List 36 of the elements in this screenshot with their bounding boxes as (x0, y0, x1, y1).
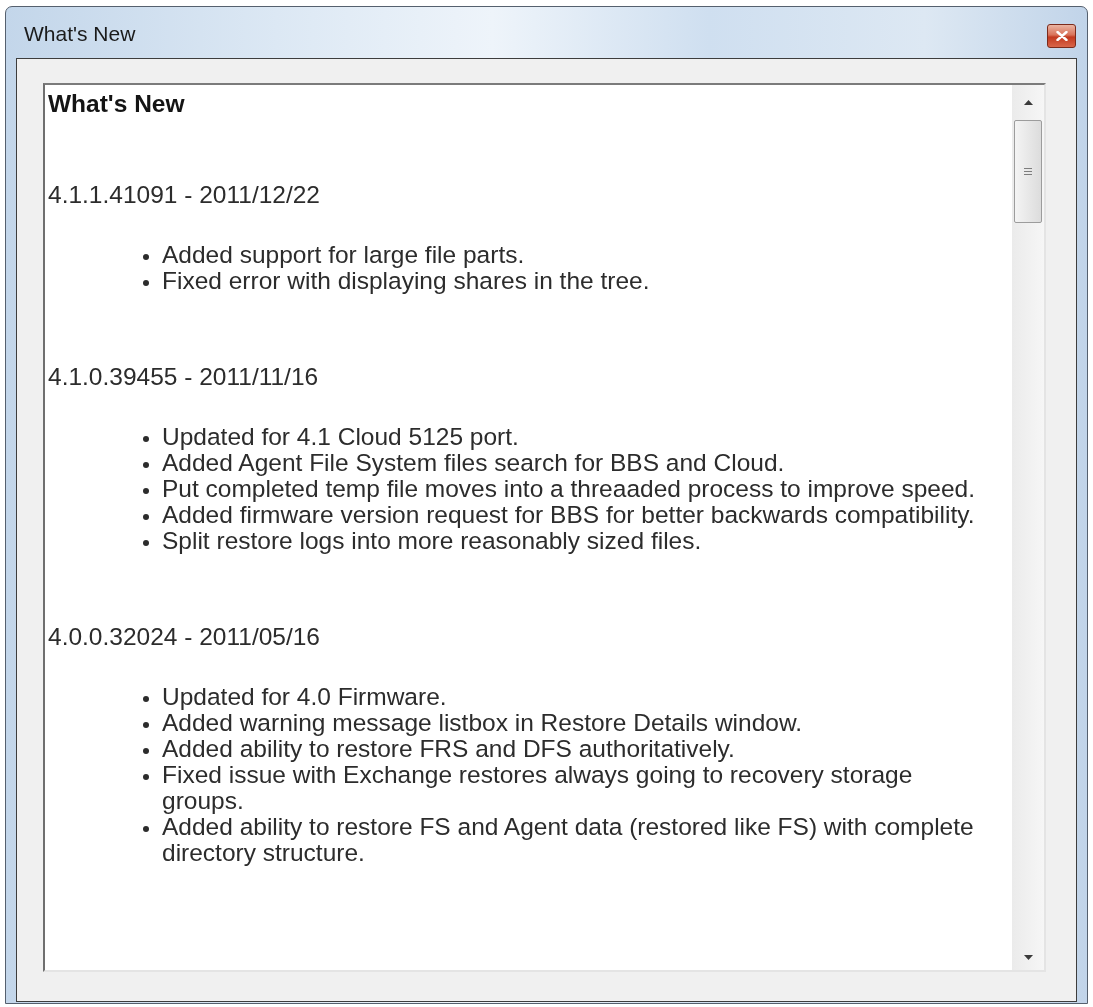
bullet-icon (143, 462, 149, 468)
release-heading: 4.0.0.32024 - 2011/05/16 (48, 624, 321, 650)
bullet-icon (143, 826, 149, 832)
up-arrow-icon[interactable] (1023, 100, 1033, 105)
release-note: Added ability to restore FS and Agent data (restored like FS) with complete directory structure. (162, 814, 975, 866)
bullet-icon (143, 540, 149, 546)
scrollbar[interactable] (1012, 85, 1044, 970)
release-heading: 4.1.0.39455 - 2011/11/16 (48, 364, 320, 390)
bullet-icon (143, 748, 149, 754)
bullet-icon (143, 436, 149, 442)
release-note: Fixed issue with Exchange restores always going to recovery storage groups. (162, 762, 914, 814)
bullet-icon (143, 514, 149, 520)
bullet-icon (143, 254, 149, 260)
bullet-icon (143, 696, 149, 702)
down-arrow-icon[interactable] (1023, 955, 1033, 960)
release-note: Added support for large file parts. (162, 242, 526, 268)
grip-icon (1024, 168, 1032, 175)
release-heading: 4.1.1.41091 - 2011/12/22 (48, 182, 321, 208)
close-icon (1055, 30, 1068, 41)
bullet-icon (143, 280, 149, 286)
release-note: Updated for 4.0 Firmware. (162, 684, 448, 710)
release-note: Added firmware version request for BBS for better backwards compatibility. (162, 502, 976, 528)
release-note: Updated for 4.1 Cloud 5125 port. (162, 424, 520, 450)
release-note: Fixed error with displaying shares in the tree. (162, 268, 651, 294)
bullet-icon (143, 722, 149, 728)
release-note: Added Agent File System files search for BBS and Cloud. (162, 450, 786, 476)
close-button[interactable] (1047, 23, 1076, 48)
release-note: Split restore logs into more reasonably sized files. (162, 528, 703, 554)
scrollbar-thumb[interactable] (1014, 120, 1042, 223)
release-note: Added warning message listbox in Restore Details window. (162, 710, 804, 736)
bullet-icon (143, 774, 149, 780)
release-note: Added ability to restore FRS and DFS authoritatively. (162, 736, 736, 762)
window-title: What's New (24, 22, 136, 46)
release-note: Put completed temp file moves into a threaaded process to improve speed. (162, 476, 977, 502)
bullet-icon (143, 488, 149, 494)
document-heading: What's New (48, 91, 186, 117)
